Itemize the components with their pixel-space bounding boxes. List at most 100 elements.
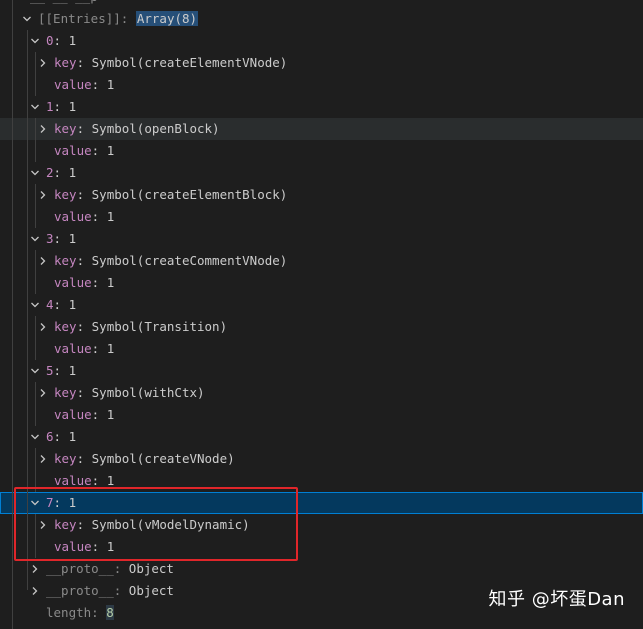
chevron-down-icon[interactable]: [28, 360, 42, 382]
value-value: 1: [106, 341, 115, 356]
entry-row-1[interactable]: 1: 1: [0, 96, 643, 118]
chevron-down-icon[interactable]: [28, 30, 42, 52]
key-value: Symbol(withCtx): [91, 385, 205, 400]
entry-index: 1: [46, 99, 54, 114]
indent-guide: [35, 118, 36, 162]
indent-guide: [35, 184, 36, 228]
indent-guide: [35, 316, 36, 360]
entry-key-row-2[interactable]: key: Symbol(createElementBlock): [0, 184, 643, 206]
entry-count: 1: [68, 165, 77, 180]
value-label: value: [54, 275, 92, 290]
indent-guide: [12, 0, 13, 629]
key-label: key: [54, 319, 77, 334]
chevron-right-icon[interactable]: [36, 184, 50, 206]
entry-value-row-4[interactable]: value: 1: [0, 338, 643, 360]
entry-value-row-2[interactable]: value: 1: [0, 206, 643, 228]
value-label: value: [54, 209, 92, 224]
entry-row-4[interactable]: 4: 1: [0, 294, 643, 316]
key-label: key: [54, 451, 77, 466]
entry-value-row-5[interactable]: value: 1: [0, 404, 643, 426]
entry-count: 1: [68, 99, 77, 114]
indent-guide: [35, 250, 36, 294]
key-value: Symbol(createCommentVNode): [91, 253, 288, 268]
value-value: 1: [106, 143, 115, 158]
chevron-down-icon[interactable]: [28, 162, 42, 184]
chevron-right-icon[interactable]: [36, 448, 50, 470]
entries-label: [[Entries]]: [38, 11, 121, 26]
entry-value-row-3[interactable]: value: 1: [0, 272, 643, 294]
value-value: 1: [106, 407, 115, 422]
value-label: value: [54, 341, 92, 356]
entry-key-row-5[interactable]: key: Symbol(withCtx): [0, 382, 643, 404]
value-value: 1: [106, 275, 115, 290]
annotation-highlight-box: [14, 487, 298, 561]
entry-key-row-0[interactable]: key: Symbol(createElementVNode): [0, 52, 643, 74]
value-label: value: [54, 143, 92, 158]
value-label: value: [54, 77, 92, 92]
entry-row-6[interactable]: 6: 1: [0, 426, 643, 448]
value-value: 1: [106, 77, 115, 92]
entry-key-row-4[interactable]: key: Symbol(Transition): [0, 316, 643, 338]
indent-guide: [35, 448, 36, 492]
indent-guide: [35, 382, 36, 426]
chevron-right-icon[interactable]: [36, 316, 50, 338]
chevron-down-icon[interactable]: [28, 228, 42, 250]
entry-row-2[interactable]: 2: 1: [0, 162, 643, 184]
entry-count: 1: [68, 297, 77, 312]
key-label: key: [54, 253, 77, 268]
indent-guide: [35, 52, 36, 96]
entry-index: 0: [46, 33, 54, 48]
value-label: value: [54, 473, 92, 488]
entry-key-row-6[interactable]: key: Symbol(createVNode): [0, 448, 643, 470]
proto-label: __proto__: [46, 583, 114, 598]
key-label: key: [54, 55, 77, 70]
entry-row-3[interactable]: 3: 1: [0, 228, 643, 250]
length-value: 8: [106, 605, 114, 620]
proto-value: Object: [128, 583, 174, 598]
entry-count: 1: [68, 429, 77, 444]
chevron-down-icon[interactable]: [20, 8, 34, 30]
proto-label: __proto__: [46, 561, 114, 576]
entry-row-5[interactable]: 5: 1: [0, 360, 643, 382]
entry-count: 1: [68, 33, 77, 48]
value-label: value: [54, 407, 92, 422]
clipped-parent-label: __ __ __p: [30, 0, 98, 8]
key-value: Symbol(createElementVNode): [91, 55, 288, 70]
chevron-right-icon[interactable]: [36, 118, 50, 140]
key-value: Symbol(createVNode): [91, 451, 235, 466]
entries-row[interactable]: [[Entries]]: Array(8): [0, 8, 643, 30]
proto-row[interactable]: __proto__: Object: [0, 558, 643, 580]
key-label: key: [54, 187, 77, 202]
value-value: 1: [106, 209, 115, 224]
entry-index: 2: [46, 165, 54, 180]
chevron-right-icon[interactable]: [28, 558, 42, 580]
entry-key-row-1[interactable]: key: Symbol(openBlock): [0, 118, 643, 140]
entry-index: 5: [46, 363, 54, 378]
entry-index: 3: [46, 231, 54, 246]
entries-colon: :: [120, 11, 129, 26]
length-label: length: [46, 605, 92, 620]
chevron-right-icon[interactable]: [28, 580, 42, 602]
chevron-down-icon[interactable]: [28, 426, 42, 448]
entry-index: 4: [46, 297, 54, 312]
entry-index: 6: [46, 429, 54, 444]
key-value: Symbol(createElementBlock): [91, 187, 288, 202]
chevron-right-icon[interactable]: [36, 382, 50, 404]
chevron-down-icon[interactable]: [28, 96, 42, 118]
key-label: key: [54, 385, 77, 400]
entry-colon: :: [53, 33, 69, 48]
key-label: key: [54, 121, 77, 136]
clipped-parent-row[interactable]: __ __ __p: [0, 0, 643, 8]
chevron-right-icon[interactable]: [36, 250, 50, 272]
key-value: Symbol(openBlock): [91, 121, 220, 136]
entry-key-row-3[interactable]: key: Symbol(createCommentVNode): [0, 250, 643, 272]
entry-count: 1: [68, 231, 77, 246]
watermark: 知乎 @坏蛋Dan: [488, 589, 625, 610]
entry-value-row-1[interactable]: value: 1: [0, 140, 643, 162]
chevron-right-icon[interactable]: [36, 52, 50, 74]
chevron-down-icon[interactable]: [28, 294, 42, 316]
entry-row-0[interactable]: 0: 1: [0, 30, 643, 52]
value-value: 1: [106, 473, 115, 488]
entry-value-row-0[interactable]: value: 1: [0, 74, 643, 96]
entries-value: Array(8): [135, 11, 199, 26]
